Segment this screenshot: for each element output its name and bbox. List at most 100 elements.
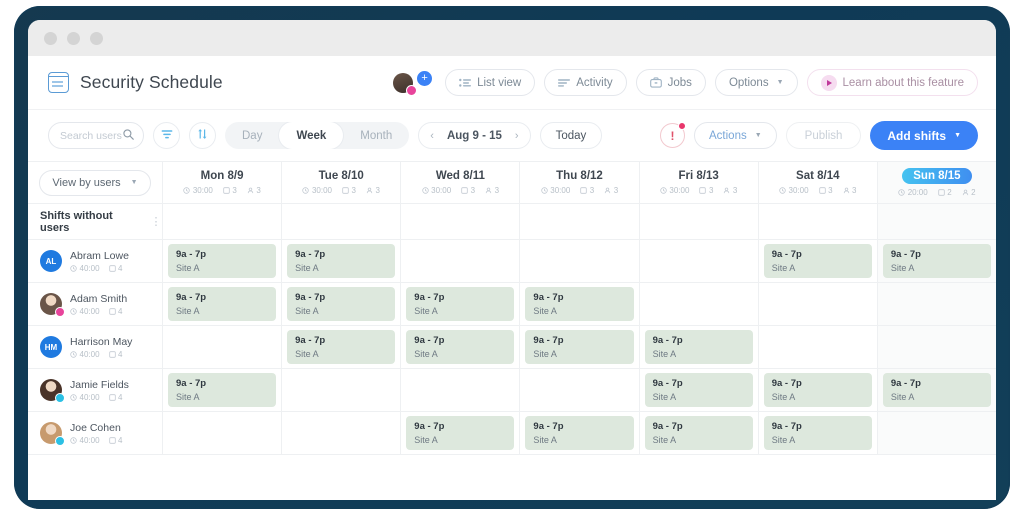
shift-cell[interactable]: 9a - 7p Site A bbox=[640, 369, 759, 411]
day-column-header[interactable]: Tue 8/10 30:00 3 3 bbox=[282, 162, 402, 203]
shift-block[interactable]: 9a - 7p Site A bbox=[406, 330, 515, 364]
shift-block[interactable]: 9a - 7p Site A bbox=[644, 373, 753, 407]
empty-cell[interactable] bbox=[877, 412, 996, 454]
shift-cell[interactable]: 9a - 7p Site A bbox=[163, 240, 283, 282]
shift-block[interactable]: 9a - 7p Site A bbox=[287, 330, 396, 364]
empty-cell[interactable] bbox=[282, 412, 402, 454]
shift-cell[interactable]: 9a - 7p Site A bbox=[163, 283, 283, 325]
empty-cell[interactable] bbox=[520, 369, 640, 411]
view-mode-month[interactable]: Month bbox=[343, 122, 409, 149]
empty-cell[interactable] bbox=[759, 326, 878, 368]
maximize-icon[interactable] bbox=[90, 31, 103, 45]
shift-block[interactable]: 9a - 7p Site A bbox=[525, 330, 634, 364]
avatar[interactable]: AL bbox=[40, 250, 62, 272]
today-button[interactable]: Today bbox=[539, 122, 603, 149]
shift-cell[interactable]: 9a - 7p Site A bbox=[401, 412, 521, 454]
empty-cell[interactable] bbox=[520, 204, 640, 239]
shift-cell[interactable]: 9a - 7p Site A bbox=[282, 326, 402, 368]
empty-cell[interactable] bbox=[759, 204, 878, 239]
shift-block[interactable]: 9a - 7p Site A bbox=[644, 416, 753, 450]
shift-cell[interactable]: 9a - 7p Site A bbox=[520, 326, 640, 368]
empty-cell[interactable] bbox=[282, 204, 402, 239]
shift-block[interactable]: 9a - 7p Site A bbox=[882, 244, 991, 278]
alert-icon[interactable]: ! bbox=[660, 122, 687, 148]
avatar[interactable] bbox=[40, 379, 65, 403]
empty-cell[interactable] bbox=[640, 283, 759, 325]
shift-block[interactable]: 9a - 7p Site A bbox=[525, 287, 634, 321]
shift-block[interactable]: 9a - 7p Site A bbox=[406, 287, 515, 321]
shift-cell[interactable]: 9a - 7p Site A bbox=[640, 326, 759, 368]
header-avatar-group[interactable]: + bbox=[393, 70, 433, 96]
shift-cell[interactable]: 9a - 7p Site A bbox=[759, 412, 878, 454]
user-cell[interactable]: Jamie Fields 40:00 4 bbox=[28, 369, 163, 411]
shift-block[interactable]: 9a - 7p Site A bbox=[287, 244, 396, 278]
add-shifts-button[interactable]: Add shifts ▼ bbox=[870, 121, 978, 150]
empty-cell[interactable] bbox=[282, 369, 402, 411]
shift-cell[interactable]: 9a - 7p Site A bbox=[877, 369, 996, 411]
shift-block[interactable]: 9a - 7p Site A bbox=[168, 287, 277, 321]
empty-cell[interactable] bbox=[520, 240, 640, 282]
view-by-users-dropdown[interactable]: View by users ▼ bbox=[39, 169, 151, 196]
user-cell[interactable]: Joe Cohen 40:00 4 bbox=[28, 412, 163, 454]
shift-cell[interactable]: 9a - 7p Site A bbox=[759, 369, 878, 411]
user-cell[interactable]: HM Harrison May 40:00 4 bbox=[28, 326, 163, 368]
empty-cell[interactable] bbox=[401, 369, 521, 411]
avatar[interactable] bbox=[40, 422, 65, 446]
empty-cell[interactable] bbox=[759, 283, 878, 325]
add-user-button[interactable]: + bbox=[417, 70, 433, 86]
shift-block[interactable]: 9a - 7p Site A bbox=[763, 416, 872, 450]
minimize-icon[interactable] bbox=[67, 31, 80, 45]
empty-cell[interactable] bbox=[640, 240, 759, 282]
actions-button[interactable]: Actions ▼ bbox=[694, 122, 777, 149]
empty-cell[interactable] bbox=[163, 204, 283, 239]
shift-cell[interactable]: 9a - 7p Site A bbox=[282, 240, 402, 282]
avatar[interactable] bbox=[393, 72, 418, 96]
shift-block[interactable]: 9a - 7p Site A bbox=[644, 330, 753, 364]
options-button[interactable]: Options ▼ bbox=[714, 69, 798, 96]
learn-about-feature-button[interactable]: Learn about this feature bbox=[806, 69, 978, 96]
prev-week-button[interactable]: ‹ bbox=[430, 130, 434, 142]
empty-cell[interactable] bbox=[877, 204, 996, 239]
view-mode-day[interactable]: Day bbox=[225, 122, 279, 149]
publish-button[interactable]: Publish bbox=[785, 122, 862, 149]
avatar[interactable]: HM bbox=[40, 336, 62, 358]
activity-button[interactable]: Activity bbox=[544, 69, 627, 96]
shift-block[interactable]: 9a - 7p Site A bbox=[763, 373, 872, 407]
shift-block[interactable]: 9a - 7p Site A bbox=[525, 416, 634, 450]
kebab-menu-icon[interactable]: ⋮ bbox=[151, 215, 163, 228]
user-cell[interactable]: Adam Smith 40:00 4 bbox=[28, 283, 163, 325]
shift-cell[interactable]: 9a - 7p Site A bbox=[520, 283, 640, 325]
close-icon[interactable] bbox=[44, 31, 57, 45]
shift-block[interactable]: 9a - 7p Site A bbox=[763, 244, 872, 278]
shift-cell[interactable]: 9a - 7p Site A bbox=[401, 283, 521, 325]
day-column-header[interactable]: Thu 8/12 30:00 3 3 bbox=[520, 162, 640, 203]
shift-cell[interactable]: 9a - 7p Site A bbox=[163, 369, 283, 411]
shift-block[interactable]: 9a - 7p Site A bbox=[882, 373, 991, 407]
empty-cell[interactable] bbox=[640, 204, 759, 239]
empty-cell[interactable] bbox=[877, 326, 996, 368]
shift-cell[interactable]: 9a - 7p Site A bbox=[282, 283, 402, 325]
shift-block[interactable]: 9a - 7p Site A bbox=[287, 287, 396, 321]
user-cell[interactable]: AL Abram Lowe 40:00 4 bbox=[28, 240, 163, 282]
next-week-button[interactable]: › bbox=[515, 130, 519, 142]
day-column-header[interactable]: Sun 8/15 20:00 2 2 bbox=[877, 162, 996, 203]
shift-cell[interactable]: 9a - 7p Site A bbox=[877, 240, 996, 282]
sort-button[interactable] bbox=[189, 122, 216, 149]
shift-cell[interactable]: 9a - 7p Site A bbox=[759, 240, 878, 282]
filter-button[interactable] bbox=[153, 122, 180, 149]
empty-cell[interactable] bbox=[877, 283, 996, 325]
shift-cell[interactable]: 9a - 7p Site A bbox=[401, 326, 521, 368]
list-view-button[interactable]: List view bbox=[445, 69, 536, 96]
day-column-header[interactable]: Mon 8/9 30:00 3 3 bbox=[163, 162, 283, 203]
view-mode-week[interactable]: Week bbox=[279, 122, 344, 149]
day-column-header[interactable]: Fri 8/13 30:00 3 3 bbox=[640, 162, 759, 203]
empty-cell[interactable] bbox=[163, 326, 283, 368]
shift-block[interactable]: 9a - 7p Site A bbox=[168, 373, 277, 407]
day-column-header[interactable]: Sat 8/14 30:00 3 3 bbox=[759, 162, 878, 203]
view-mode-segmented-control[interactable]: Day Week Month bbox=[225, 122, 410, 149]
search-input[interactable]: Search users bbox=[48, 122, 144, 149]
empty-cell[interactable] bbox=[401, 240, 521, 282]
avatar[interactable] bbox=[40, 293, 65, 317]
shift-block[interactable]: 9a - 7p Site A bbox=[406, 416, 515, 450]
shift-cell[interactable]: 9a - 7p Site A bbox=[640, 412, 759, 454]
